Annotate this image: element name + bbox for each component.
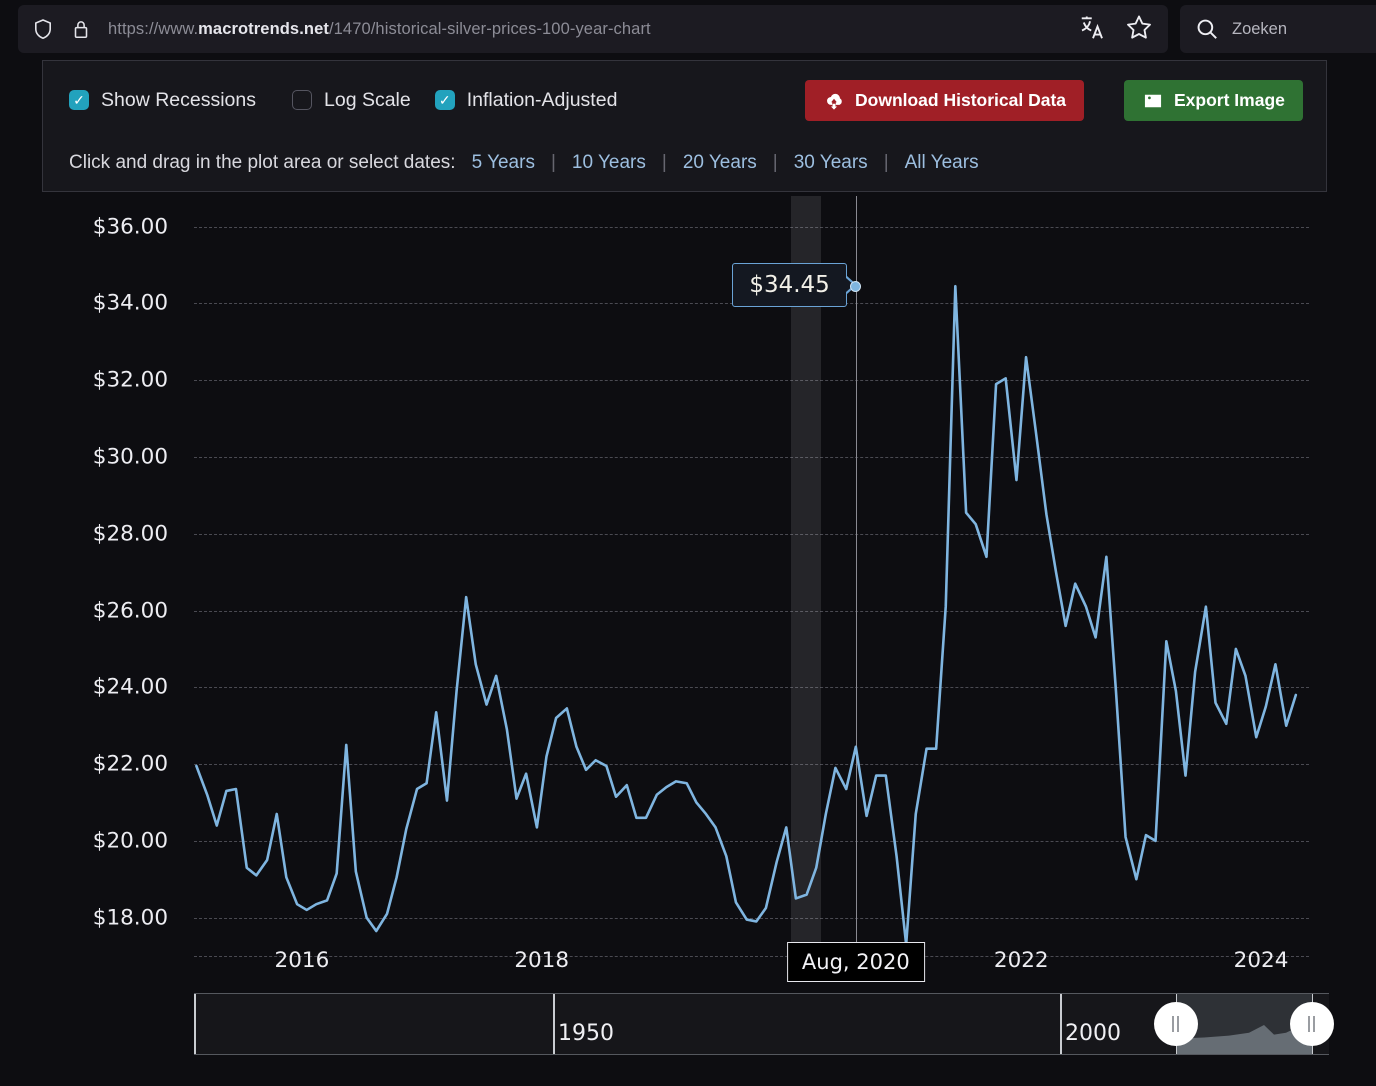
y-axis-label: $32.00: [93, 368, 168, 393]
price-line: [194, 196, 1309, 956]
navigator-tick-2000: [1060, 994, 1062, 1054]
y-axis-label: $36.00: [93, 214, 168, 239]
checkbox-show-recessions-box[interactable]: ✓: [69, 90, 89, 110]
url-text: https://www.macrotrends.net/1470/histori…: [108, 20, 651, 39]
cloud-download-icon: [823, 90, 845, 112]
checkbox-log-scale-label: Log Scale: [324, 89, 411, 112]
controls-row: ✓ Show Recessions Log Scale ✓ Inflation-…: [43, 61, 1326, 139]
download-historical-data-label: Download Historical Data: [855, 90, 1066, 111]
y-axis-label: $30.00: [93, 445, 168, 470]
navigator-edge-left: [194, 994, 196, 1054]
lock-icon[interactable]: [68, 16, 94, 42]
url-bar[interactable]: https://www.macrotrends.net/1470/histori…: [18, 5, 1168, 53]
date-range-row: Click and drag in the plot area or selec…: [69, 139, 979, 187]
price-tooltip: $34.45: [732, 263, 846, 307]
date-tooltip: Aug, 2020: [787, 942, 925, 982]
range-separator: |: [662, 152, 667, 174]
download-historical-data-button[interactable]: Download Historical Data: [805, 80, 1084, 121]
image-icon: [1142, 90, 1164, 112]
checkbox-inflation-adjusted-label: Inflation-Adjusted: [467, 89, 618, 112]
range-30-years[interactable]: 30 Years: [794, 152, 868, 174]
search-placeholder: Zoeken: [1232, 20, 1287, 39]
range-separator: |: [551, 152, 556, 174]
x-axis-label: 2024: [1234, 948, 1289, 973]
shield-icon[interactable]: [30, 16, 56, 42]
navigator-label-1950: 1950: [558, 1021, 614, 1046]
price-chart[interactable]: $18.00 $20.00 $22.00 $24.00 $26.00 $28.00 $30.…: [0, 196, 1376, 986]
navigator-label-2000: 2000: [1065, 1021, 1121, 1046]
range-all-years[interactable]: All Years: [905, 152, 979, 174]
navigator-mask-left: [194, 994, 1176, 1054]
y-axis-label: $34.00: [93, 291, 168, 316]
x-axis-label: 2018: [514, 948, 569, 973]
plot-area[interactable]: $34.45: [194, 196, 1309, 956]
y-axis: $18.00 $20.00 $22.00 $24.00 $26.00 $28.00 $30.…: [0, 196, 190, 956]
y-axis-label: $18.00: [93, 905, 168, 930]
hover-point-marker: [850, 281, 861, 292]
search-icon: [1194, 16, 1220, 42]
chart-controls-panel: ✓ Show Recessions Log Scale ✓ Inflation-…: [42, 60, 1327, 192]
checkbox-show-recessions[interactable]: ✓ Show Recessions: [69, 89, 256, 112]
x-axis: Aug, 2020 2016 2018 2022 2024: [194, 938, 1309, 986]
range-separator: |: [884, 152, 889, 174]
browser-search-box[interactable]: Zoeken: [1180, 5, 1376, 53]
navigator-tick-1950: [553, 994, 555, 1054]
range-5-years[interactable]: 5 Years: [472, 152, 535, 174]
date-range-hint: Click and drag in the plot area or selec…: [69, 152, 456, 174]
y-axis-label: $26.00: [93, 598, 168, 623]
range-separator: |: [773, 152, 778, 174]
checkbox-log-scale[interactable]: Log Scale: [292, 89, 411, 112]
checkbox-log-scale-box[interactable]: [292, 90, 312, 110]
navigator-handle-right[interactable]: [1290, 1002, 1334, 1046]
y-axis-label: $22.00: [93, 752, 168, 777]
y-axis-label: $28.00: [93, 521, 168, 546]
x-axis-label: 2016: [275, 948, 330, 973]
star-icon[interactable]: [1124, 12, 1154, 47]
x-axis-label: 2022: [994, 948, 1049, 973]
range-10-years[interactable]: 10 Years: [572, 152, 646, 174]
navigator-handle-left[interactable]: [1154, 1002, 1198, 1046]
y-axis-label: $24.00: [93, 675, 168, 700]
export-image-button[interactable]: Export Image: [1124, 80, 1303, 121]
range-20-years[interactable]: 20 Years: [683, 152, 757, 174]
y-axis-label: $20.00: [93, 828, 168, 853]
checkbox-show-recessions-label: Show Recessions: [101, 89, 256, 112]
export-image-label: Export Image: [1174, 90, 1285, 111]
translate-icon[interactable]: [1078, 12, 1108, 47]
browser-toolbar: https://www.macrotrends.net/1470/histori…: [0, 0, 1376, 58]
checkbox-inflation-adjusted[interactable]: ✓ Inflation-Adjusted: [435, 89, 618, 112]
checkbox-inflation-adjusted-box[interactable]: ✓: [435, 90, 455, 110]
range-navigator[interactable]: 1950 2000: [194, 993, 1329, 1055]
